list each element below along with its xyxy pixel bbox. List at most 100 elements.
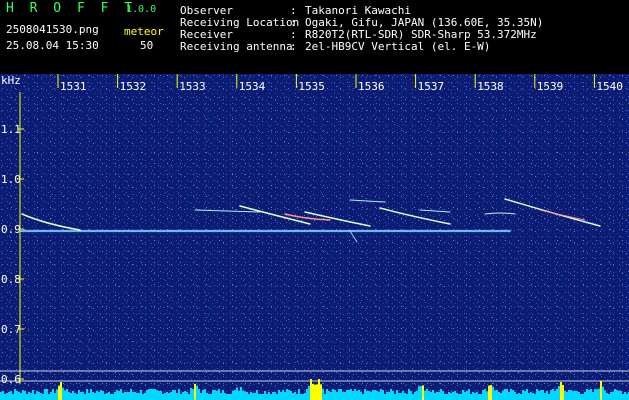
level-bar	[272, 392, 274, 400]
level-bar	[26, 394, 28, 400]
level-bar	[528, 393, 530, 400]
level-bar	[340, 389, 342, 400]
level-bar	[550, 390, 552, 400]
level-bar	[374, 390, 376, 400]
level-bar	[372, 390, 374, 400]
level-bar	[574, 391, 576, 400]
level-bar	[24, 391, 26, 400]
level-bar	[294, 392, 296, 400]
level-bar	[246, 392, 248, 400]
level-bar	[404, 393, 406, 400]
level-bar	[18, 392, 20, 400]
meteor-label: meteor	[124, 25, 164, 38]
level-bar	[450, 393, 452, 400]
level-bar	[224, 393, 226, 400]
level-bar	[256, 390, 258, 400]
level-bar	[72, 391, 74, 400]
level-bar	[38, 392, 40, 400]
level-bar	[188, 394, 190, 400]
level-bar	[58, 385, 60, 400]
level-bar	[616, 390, 618, 400]
level-bar	[68, 392, 70, 400]
level-bar	[494, 390, 496, 400]
level-bar	[334, 390, 336, 400]
level-bar	[204, 389, 206, 400]
level-bar	[624, 392, 626, 400]
level-bar	[76, 394, 78, 400]
level-bar	[594, 389, 596, 400]
level-bar	[96, 391, 98, 400]
level-bar	[62, 387, 64, 400]
level-bar	[428, 391, 430, 400]
level-bar	[402, 391, 404, 400]
level-bar	[344, 392, 346, 400]
level-bar	[530, 392, 532, 400]
level-bar	[176, 393, 178, 400]
level-bar	[54, 393, 56, 400]
level-bar	[242, 390, 244, 400]
x-tick-label: 1532	[120, 80, 147, 93]
level-bar	[88, 393, 90, 400]
level-bar	[484, 389, 486, 400]
level-bar	[584, 392, 586, 400]
level-bar	[84, 394, 86, 400]
level-bar	[376, 391, 378, 400]
level-bar	[230, 394, 232, 400]
level-bar	[14, 389, 16, 400]
level-bar	[600, 381, 602, 400]
level-bar	[28, 392, 30, 400]
level-bar	[482, 390, 484, 400]
level-bar	[190, 388, 192, 400]
level-bar	[126, 392, 128, 400]
level-bar	[390, 389, 392, 400]
level-bar	[582, 394, 584, 400]
level-bar	[260, 394, 262, 400]
level-bar	[166, 392, 168, 400]
level-bar	[592, 392, 594, 400]
level-bar	[284, 392, 286, 400]
level-bar	[546, 391, 548, 400]
level-bar	[338, 389, 340, 400]
level-bar	[476, 392, 478, 400]
level-bar	[440, 389, 442, 400]
level-bar	[258, 394, 260, 400]
level-bar	[266, 394, 268, 400]
level-bar	[386, 392, 388, 400]
x-tick-label: 1536	[358, 80, 385, 93]
level-bar	[52, 389, 54, 400]
level-bar	[360, 392, 362, 400]
y-tick-label: 1.0	[1, 173, 21, 186]
level-bar	[142, 394, 144, 400]
level-bar	[586, 389, 588, 400]
level-bar	[220, 393, 222, 400]
level-bar	[278, 390, 280, 400]
level-bar	[612, 392, 614, 400]
level-bar	[82, 392, 84, 400]
level-bar	[394, 394, 396, 400]
level-bar	[474, 393, 476, 400]
level-bar	[392, 391, 394, 400]
level-bar	[490, 385, 492, 400]
level-bar	[580, 394, 582, 400]
level-bar	[132, 392, 134, 400]
level-bar	[154, 389, 156, 400]
level-bar	[244, 391, 246, 400]
level-bar	[562, 385, 564, 400]
level-bar	[426, 389, 428, 400]
level-bar	[486, 391, 488, 400]
level-bar	[306, 389, 308, 400]
level-bar	[50, 392, 52, 400]
level-bar	[116, 390, 118, 400]
level-bar	[174, 390, 176, 400]
level-bar	[232, 391, 234, 400]
x-tick-label: 1540	[596, 80, 623, 93]
level-bar	[216, 391, 218, 400]
level-bar	[542, 390, 544, 400]
level-bar	[10, 391, 12, 400]
level-bar	[4, 394, 6, 400]
level-bar	[32, 390, 34, 400]
level-bar	[178, 389, 180, 400]
level-bar	[326, 389, 328, 400]
level-bar	[396, 390, 398, 400]
antenna-sep: :	[290, 40, 297, 53]
